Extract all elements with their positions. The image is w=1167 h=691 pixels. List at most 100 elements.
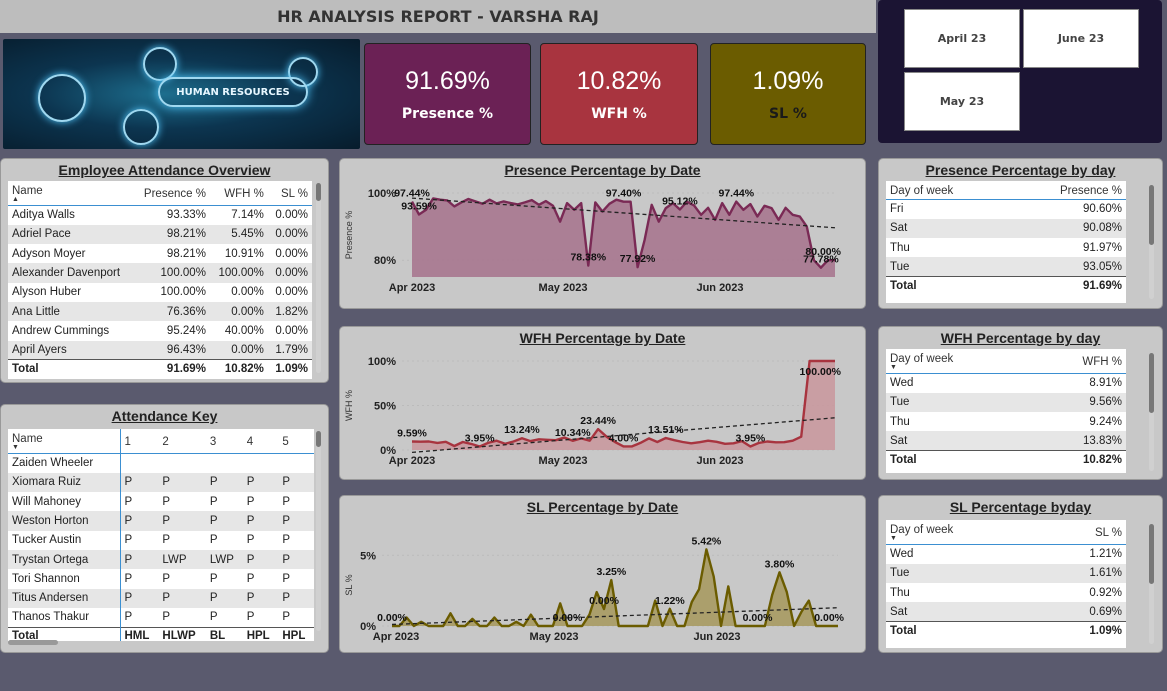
row-value [243, 454, 279, 473]
table-row[interactable]: Andrew Cummings 95.24% 40.00% 0.00% [8, 321, 312, 340]
column-header-day-2[interactable]: 2 [158, 429, 206, 454]
column-header-day[interactable]: Day of week ▼ [886, 349, 1030, 374]
table-row[interactable]: April Ayers 96.43% 0.00% 1.79% [8, 340, 312, 360]
row-value: P [242, 549, 279, 570]
row-value: P [282, 572, 291, 585]
vertical-scrollbar[interactable] [316, 431, 321, 631]
table-row[interactable]: Sat 0.69% [886, 602, 1126, 622]
sort-arrow-up-icon: ▲ [12, 196, 19, 203]
column-header-name[interactable]: Name ▲ [8, 181, 134, 206]
column-header-day-4[interactable]: 4 [242, 429, 279, 454]
row-value: 0.92% [1089, 586, 1122, 599]
slicer-june[interactable]: June 23 [1023, 9, 1139, 68]
data-label: 77.92% [620, 253, 656, 265]
table-row[interactable]: Weston Horton P P P P P [8, 511, 314, 531]
panel-title: Employee Attendance Overview [58, 162, 271, 178]
row-value: P [278, 511, 314, 531]
sort-arrow-down-icon: ▼ [890, 364, 897, 371]
row-value: 0.00% [275, 209, 308, 222]
table-row[interactable]: Sat 90.08% [886, 218, 1126, 239]
column-header-day-5[interactable]: 5 [278, 429, 314, 454]
column-header-day[interactable]: Day of week [886, 181, 1008, 200]
column-header-presence[interactable]: Presence % [133, 181, 210, 206]
horizontal-scrollbar[interactable] [8, 640, 58, 645]
table-row[interactable]: Xiomara Ruiz P P P P P [8, 472, 314, 493]
table-row[interactable]: Thanos Thakur P P P P P [8, 607, 314, 628]
table-row[interactable]: Wed 1.21% [886, 545, 1126, 564]
table-row[interactable]: Alexander Davenport 100.00% 100.00% 0.00% [8, 263, 312, 283]
data-label: 97.44% [718, 188, 754, 200]
row-value: 13.83% [1029, 431, 1126, 451]
table-row[interactable]: Adyson Moyer 98.21% 10.91% 0.00% [8, 244, 312, 263]
table-row[interactable]: Aditya Walls 93.33% 7.14% 0.00% [8, 206, 312, 225]
row-value [120, 454, 158, 473]
total-value: 91.69% [1007, 276, 1126, 295]
table-row[interactable]: Wed 8.91% [886, 374, 1126, 393]
row-value: P [246, 572, 255, 585]
table-row[interactable]: Adriel Pace 98.21% 5.45% 0.00% [8, 224, 312, 245]
table-row[interactable]: Thu 9.24% [886, 412, 1126, 431]
total-label: Total [886, 621, 1039, 640]
table-row[interactable]: Will Mahoney P P P P P [8, 492, 314, 512]
data-label: 0.00% [377, 612, 407, 624]
wfh-by-day-panel: WFH Percentage by day Day of week ▼ WFH %… [878, 326, 1163, 480]
table-row[interactable]: Tucker Austin P P P P P [8, 530, 314, 550]
row-value: 9.24% [1089, 415, 1122, 428]
row-value: P [158, 511, 206, 531]
column-header-name[interactable]: Name ▼ [8, 429, 121, 454]
report-title: HR ANALYSIS REPORT - VARSHA RAJ [0, 0, 876, 33]
slicer-april[interactable]: April 23 [904, 9, 1020, 68]
table-row[interactable]: Tue 93.05% [886, 257, 1126, 277]
table-row[interactable]: Thu 91.97% [886, 238, 1126, 257]
column-header-wfh[interactable]: WFH % [209, 181, 268, 206]
column-header-sl[interactable]: SL % [267, 181, 312, 206]
x-tick-label: May 2023 [539, 455, 588, 467]
table-row[interactable]: Trystan Ortega P LWP LWP P P [8, 549, 314, 570]
slicer-may[interactable]: May 23 [904, 72, 1020, 131]
column-header-day-3[interactable]: 3 [205, 429, 243, 454]
row-value: 1.79% [267, 340, 312, 360]
table-row[interactable]: Alyson Huber 100.00% 0.00% 0.00% [8, 283, 312, 302]
column-header-sl[interactable]: SL % [1038, 520, 1126, 545]
column-header-day[interactable]: Day of week ▼ [886, 520, 1039, 545]
presence-by-date-panel: Presence Percentage by Date Presence % 10… [339, 158, 866, 309]
row-value: P [120, 472, 159, 493]
row-label: Thu [890, 415, 910, 428]
table-row[interactable]: Titus Andersen P P P P P [8, 588, 314, 608]
table-row[interactable]: Zaiden Wheeler [8, 453, 314, 473]
sort-arrow-down-icon: ▼ [890, 535, 897, 542]
hero-label: HUMAN RESOURCES [158, 77, 308, 107]
vertical-scrollbar[interactable] [1149, 353, 1154, 471]
table-row[interactable]: Ana Little 76.36% 0.00% 1.82% [8, 301, 312, 322]
data-label: 23.44% [580, 415, 616, 427]
column-header-presence[interactable]: Presence % [1007, 181, 1126, 200]
table-row[interactable]: Fri 90.60% [886, 200, 1126, 219]
vertical-scrollbar[interactable] [316, 183, 321, 373]
row-value: 0.00% [275, 247, 308, 260]
row-label: Adyson Moyer [12, 247, 86, 260]
row-value: P [205, 472, 243, 493]
data-label: 13.24% [504, 424, 540, 436]
row-label: Alyson Huber [12, 286, 82, 299]
vertical-scrollbar[interactable] [1149, 524, 1154, 644]
x-tick-label: Jun 2023 [693, 631, 740, 643]
attendance-overview-table: Name ▲ Presence % WFH % SL % Aditya Walls… [8, 181, 312, 379]
table-row[interactable]: Tue 1.61% [886, 563, 1126, 584]
column-header-wfh[interactable]: WFH % [1029, 349, 1126, 374]
row-label: Andrew Cummings [12, 324, 110, 337]
row-value [206, 454, 243, 473]
column-header-day-1[interactable]: 1 [120, 429, 159, 454]
sl-by-date-panel: SL Percentage by Date SL % 5% 0% 0.00% 3.25%… [339, 495, 866, 653]
table-row[interactable]: Tori Shannon P P P P P [8, 569, 314, 589]
table-row[interactable]: Sat 13.83% [886, 431, 1126, 451]
row-value: P [278, 588, 314, 608]
row-value: 0.00% [231, 286, 264, 299]
total-day-1: HML [120, 626, 159, 641]
data-label: 13.51% [648, 424, 684, 436]
table-row[interactable]: Thu 0.92% [886, 583, 1126, 602]
table-row[interactable]: Tue 9.56% [886, 392, 1126, 413]
row-value: 1.61% [1038, 563, 1126, 584]
chart-title: Presence Percentage by Date [504, 162, 701, 178]
vertical-scrollbar[interactable] [1149, 185, 1154, 299]
row-value: P [246, 495, 255, 508]
